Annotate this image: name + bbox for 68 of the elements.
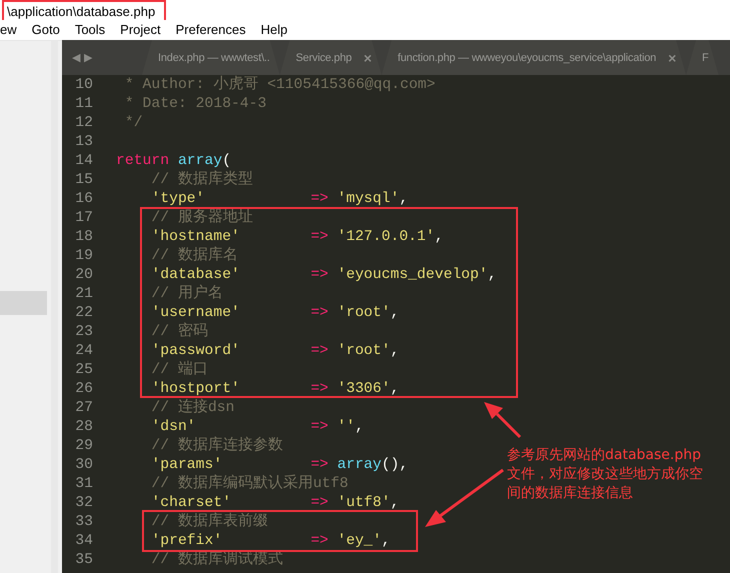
code-line: * Author: 小虎哥 <1105415366@qq.com> [124,76,436,94]
menu-item[interactable]: Tools [74,20,106,40]
code-line: 'params' => array(), [150,456,408,474]
menu-item[interactable]: Project [120,20,161,40]
menu-item[interactable]: Preferences [176,20,246,40]
line-number: 34 [74,532,93,550]
code-line: // 数据库连接参数 [150,436,283,456]
code-line: * Date: 2018-4-3 [124,94,266,114]
line-number: 11 [74,94,93,114]
code-line: 'database' => 'eyoucms_develop', [150,266,497,284]
code-line: 'hostport' => '3306', [150,380,400,398]
code-line: // 数据库类型 [150,170,253,190]
editor-tab[interactable]: Index.php — wwwtest\.. [142,40,280,75]
code-line: 'hostname' => '127.0.0.1', [150,228,444,246]
code-line: 'password' => 'root', [150,342,400,360]
code-line: return array( [116,152,232,170]
code-line: 'prefix' => 'ey_', [150,532,390,550]
line-number: 24 [74,342,93,360]
line-number: 13 [74,132,93,152]
code-line: // 用户名 [150,284,223,304]
line-number: 32 [74,494,93,512]
line-number: 14 [74,152,93,170]
editor-tab[interactable]: Service.php × [280,40,382,75]
line-number: 28 [74,418,93,436]
code-line: 'charset' => 'utf8', [150,494,400,512]
tab-scroll-button[interactable]: ▶ [84,51,92,64]
line-number: 19 [74,246,93,266]
code-line: // 连接dsn [150,398,234,418]
line-number: 26 [74,380,93,398]
code-line: 'username' => 'root', [150,304,400,322]
line-number: 12 [74,114,93,132]
line-number: 18 [74,228,93,246]
code-line: // 数据库表前缀 [150,512,268,532]
line-number: 21 [74,284,93,304]
line-number: 30 [74,456,93,474]
scrollbar[interactable] [51,41,58,573]
code-line: 'dsn' => '', [150,418,364,436]
line-number: 27 [74,398,93,418]
menu-item[interactable]: Goto [32,20,60,40]
line-number: 35 [74,550,93,570]
annotation-note: 参考原先网站的database.php文件，对应修改这些地方成你空间的数据库连接信息 [507,446,704,503]
line-number: 33 [74,512,93,532]
line-number: 15 [74,170,93,190]
editor-tab[interactable]: F [686,40,719,75]
code-line: // 数据库编码默认采用utf8 [150,474,348,494]
line-number: 16 [74,190,93,208]
close-icon[interactable]: × [668,50,676,66]
line-number: 20 [74,266,93,284]
code-line: // 密码 [150,322,208,342]
editor-tab[interactable]: function.php — wwweyou\eyoucms_service\application × [382,40,686,75]
code-line: 'type' => 'mysql', [150,190,408,208]
line-number: 29 [74,436,93,456]
line-number: 17 [74,208,93,228]
selected-row[interactable] [0,291,47,315]
line-number: 25 [74,360,93,380]
line-number: 10 [74,76,93,94]
code-line: // 端口 [150,360,208,380]
menu-item[interactable]: Help [260,20,288,40]
tab-scroll-button[interactable]: ◀ [72,51,80,64]
line-number: 23 [74,322,93,342]
menu-item[interactable]: ew [0,20,17,40]
code-line: // 服务器地址 [150,208,253,228]
arrow [484,402,522,438]
line-number: 31 [74,474,93,494]
code-line: */ [124,114,143,132]
close-icon[interactable]: × [364,50,372,66]
code-line: // 数据库名 [150,246,238,266]
line-number: 22 [74,304,93,322]
